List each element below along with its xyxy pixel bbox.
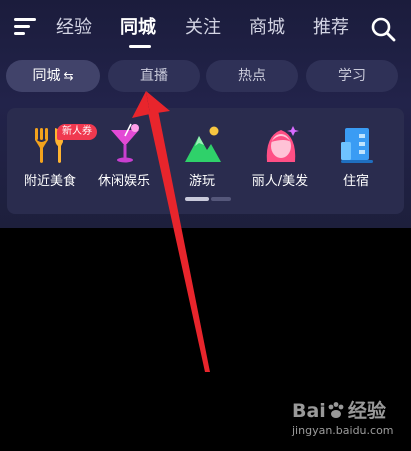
tab-shangcheng[interactable]: 商城	[249, 14, 285, 42]
baidu-jingyan-watermark: Bai 经验 jingyan.baidu.com	[292, 396, 404, 442]
cocktail-icon	[111, 123, 139, 163]
category-hotel-label: 住宿	[342, 174, 369, 189]
category-panel: 新人券 附近美食 休闲娱乐 游玩 丽人/美发 住宿	[7, 108, 404, 214]
hotel-building-icon	[341, 128, 373, 163]
subtab-zhibo[interactable]: 直播	[108, 60, 200, 92]
category-beauty-label: 丽人/美发	[251, 174, 309, 189]
woman-head-icon	[266, 126, 299, 162]
app-screen: 经验 同城 关注 商城 推荐 同城 ⇆ 直播 热点 学习 新人券 附近美食 休闲…	[0, 0, 411, 451]
watermark-brand-left: Bai	[292, 400, 326, 422]
category-leisure[interactable]: 休闲娱乐	[87, 122, 161, 192]
category-food-label: 附近美食	[23, 174, 76, 189]
hamburger-menu-icon[interactable]	[14, 17, 36, 37]
subtab-tongcheng[interactable]: 同城 ⇆	[6, 60, 100, 92]
active-tab-indicator	[129, 45, 151, 48]
carousel-page-indicator	[185, 197, 231, 201]
tab-jingyan[interactable]: 经验	[56, 14, 92, 42]
top-nav-bar: 经验 同城 关注 商城 推荐	[0, 0, 411, 56]
subtab-xuexi[interactable]: 学习	[306, 60, 398, 92]
watermark-brand-right: 经验	[347, 400, 386, 422]
subtab-redian[interactable]: 热点	[206, 60, 298, 92]
category-hotel[interactable]: 住宿	[319, 122, 393, 192]
mountain-icon	[185, 126, 221, 162]
tab-tongcheng[interactable]: 同城	[120, 14, 156, 42]
category-travel[interactable]: 游玩	[165, 122, 239, 192]
category-beauty[interactable]: 丽人/美发	[243, 122, 317, 192]
swap-city-icon: ⇆	[63, 69, 74, 83]
tab-tuijian[interactable]: 推荐	[313, 14, 349, 42]
category-food[interactable]: 新人券 附近美食	[13, 122, 97, 192]
search-icon[interactable]	[370, 16, 396, 42]
watermark-url: jingyan.baidu.com	[292, 424, 394, 437]
page-dot	[211, 197, 231, 201]
subtab-tongcheng-label: 同城	[32, 68, 61, 84]
tab-guanzhu[interactable]: 关注	[185, 14, 221, 42]
paw-icon	[328, 402, 344, 418]
page-dot-active	[185, 197, 209, 201]
category-travel-label: 游玩	[188, 174, 215, 189]
category-leisure-label: 休闲娱乐	[97, 174, 150, 189]
